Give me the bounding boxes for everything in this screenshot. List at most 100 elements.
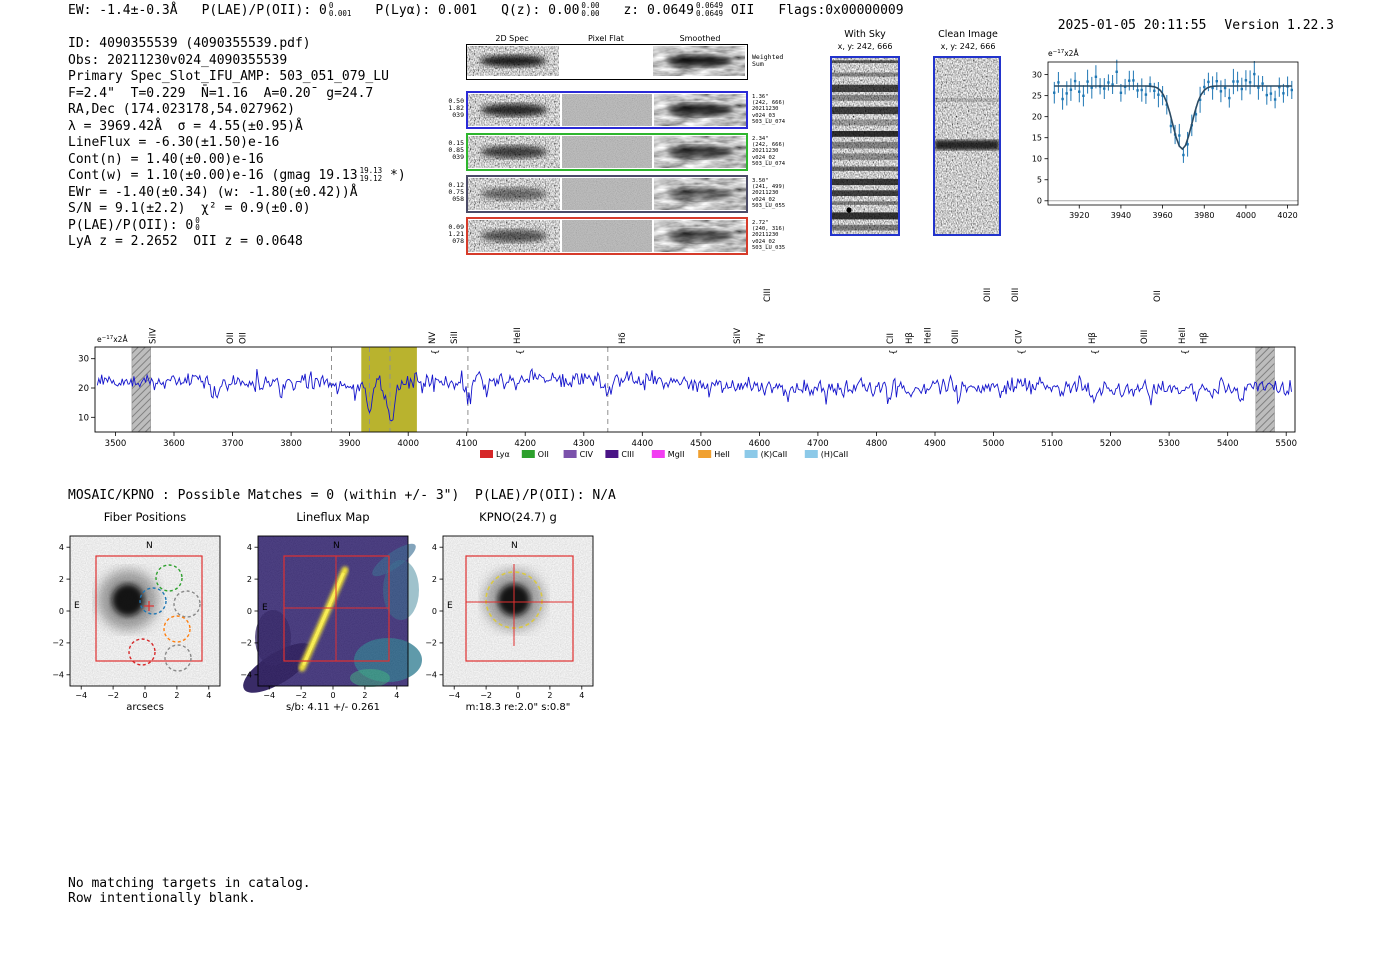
svg-text:−2: −2 bbox=[107, 691, 119, 700]
svg-text:30: 30 bbox=[1032, 70, 1042, 79]
info-line: P(LAE)/P(OII): 000 bbox=[68, 215, 200, 233]
full-spectrum-plot: 3500 3600 3700 3800 3900 4000 4100 4200 4300 4400… bbox=[78, 288, 1297, 459]
spectral-line-label: Hβ bbox=[905, 332, 915, 344]
legend-swatch bbox=[521, 450, 535, 458]
report-datetime: 2025-01-05 20:11:55 bbox=[1057, 18, 1207, 33]
spec2d-cell-smoothed bbox=[654, 136, 746, 168]
legend-entry: MgII bbox=[668, 450, 685, 459]
cleanimage-panel bbox=[933, 56, 1001, 236]
legend-entry: (H)CaII bbox=[821, 450, 848, 459]
svg-text:10: 10 bbox=[78, 413, 89, 423]
svg-text:4000: 4000 bbox=[1236, 211, 1256, 220]
footer-note-2: Row intentionally blank. bbox=[68, 891, 256, 906]
spectral-line-label: HeII bbox=[513, 327, 523, 344]
spectral-line-label: OII bbox=[238, 332, 248, 344]
spectral-line-label: CIV bbox=[1015, 330, 1025, 344]
cleanimage-subtitle: x, y: 242, 666 bbox=[940, 42, 996, 51]
svg-text:5000: 5000 bbox=[983, 439, 1005, 449]
spectral-line-label: HeII bbox=[923, 327, 933, 344]
svg-text:0: 0 bbox=[432, 607, 437, 616]
spec2d-row bbox=[466, 175, 748, 213]
fiber-id-labels: 2.72" (240, 316) 20211230 v024_02 503_LU_035 bbox=[752, 220, 786, 251]
spectral-line-label: OIII bbox=[1140, 330, 1150, 344]
spectral-line-label: OII bbox=[1153, 290, 1163, 302]
spec2d-cell-smoothed bbox=[654, 94, 746, 126]
withsky-panel bbox=[830, 56, 900, 236]
svg-text:−4: −4 bbox=[263, 691, 275, 700]
svg-text:4: 4 bbox=[432, 543, 437, 552]
svg-text:3920: 3920 bbox=[1069, 211, 1089, 220]
svg-text:−4: −4 bbox=[75, 691, 87, 700]
report-version: Version 1.22.3 bbox=[1224, 18, 1334, 33]
svg-text:−2: −2 bbox=[240, 639, 252, 648]
info-line: λ = 3969.42Å σ = 4.55(±0.95)Å bbox=[68, 118, 303, 134]
spectral-line-label: SiIV bbox=[733, 328, 743, 344]
spec2d-row bbox=[466, 91, 748, 129]
spectral-line-label: NV bbox=[428, 332, 438, 344]
info-line: F=2.4" T=0.229 N̄=1.16 A=0.20̄ g=24.7 bbox=[68, 85, 374, 101]
info-line: S/N = 9.1(±2.2) χ² = 0.9(±0.0) bbox=[68, 201, 311, 216]
flux-units-label: e−17x2Å bbox=[1048, 49, 1079, 58]
north-label: N bbox=[511, 541, 518, 551]
stacked-value: 0.00 0.00 bbox=[581, 1, 600, 18]
svg-text:−4: −4 bbox=[52, 671, 64, 680]
line-fit-plot: 3920 3940 3960 3980 4000 4020 0 5 10 15 20 25 30 e−17… bbox=[1032, 49, 1299, 220]
svg-text:2: 2 bbox=[174, 691, 179, 700]
spectral-line-label: Hδ bbox=[618, 332, 628, 344]
svg-text:2: 2 bbox=[59, 575, 64, 584]
spec2d-row bbox=[466, 217, 748, 255]
spec2d-cell-smoothed bbox=[654, 178, 746, 210]
cleanimage-title: Clean Image bbox=[938, 29, 998, 40]
svg-text:−2: −2 bbox=[52, 639, 64, 648]
lineflux-map-cutout: N E −4 −4 −2 −2 0 0 2 2 4 4 bbox=[240, 535, 422, 700]
header-stat: P(Lyα): 0.001 bbox=[375, 3, 478, 18]
svg-text:4100: 4100 bbox=[456, 439, 478, 449]
line-group-brace: { bbox=[516, 349, 526, 355]
svg-text:4800: 4800 bbox=[866, 439, 888, 449]
east-label: E bbox=[74, 601, 80, 611]
mosaic-header: MOSAIC/KPNO : Possible Matches = 0 (with… bbox=[68, 488, 616, 503]
svg-text:−2: −2 bbox=[425, 639, 437, 648]
stacked-value: 19.13 19.12 bbox=[359, 166, 383, 183]
svg-text:3800: 3800 bbox=[280, 439, 302, 449]
svg-text:5: 5 bbox=[1037, 176, 1042, 185]
svg-text:3960: 3960 bbox=[1152, 211, 1172, 220]
fiber-weight-labels: 0.12 0.75 058 bbox=[448, 181, 464, 203]
legend-swatch bbox=[563, 450, 577, 458]
svg-text:4: 4 bbox=[247, 543, 252, 552]
header-stat: Q(z): 0.00 0.00 0.00 bbox=[501, 1, 600, 18]
spectrum-trace bbox=[96, 367, 1292, 422]
svg-text:4200: 4200 bbox=[514, 439, 536, 449]
line-group-brace: { bbox=[1181, 349, 1191, 355]
col-title-smoothed: Smoothed bbox=[679, 34, 721, 43]
spec2d-cell-2d bbox=[467, 46, 559, 76]
svg-text:20: 20 bbox=[78, 384, 89, 394]
spectral-line-label: Hβ bbox=[1088, 332, 1098, 344]
info-line: ID: 4090355539 (4090355539.pdf) bbox=[68, 36, 311, 51]
spec2d-cell-flat bbox=[561, 46, 651, 76]
withsky-title: With Sky bbox=[844, 29, 886, 40]
elixer-report: EW: -1.4±-0.3Å P(LAE)/P(OII): 0 0 0.001 P(Ly… bbox=[0, 0, 1400, 953]
svg-text:25: 25 bbox=[1032, 91, 1042, 100]
fiber-weight-labels: 0.50 1.82 039 bbox=[448, 97, 464, 119]
spec2d-row bbox=[466, 44, 748, 80]
spec2d-cell-2d bbox=[468, 220, 560, 252]
svg-text:4: 4 bbox=[579, 691, 584, 700]
spec2d-cell-flat bbox=[562, 136, 652, 168]
svg-text:4600: 4600 bbox=[749, 439, 771, 449]
fiber-id-labels: 2.34" (242, 666) 20211230 v024_02 503_LU_074 bbox=[752, 136, 786, 167]
info-line: RA,Dec (174.023178,54.027962) bbox=[68, 102, 295, 117]
line-group-brace: { bbox=[889, 349, 899, 355]
svg-text:5200: 5200 bbox=[1100, 439, 1122, 449]
legend-entry: (K)CaII bbox=[761, 450, 788, 459]
header-stat: P(LAE)/P(OII): 0 0 0.001 bbox=[201, 1, 352, 18]
header-stat: z: 0.0649 0.0649 0.0649 OII bbox=[623, 1, 755, 18]
flux-units-label: e−17x2Å bbox=[97, 335, 128, 344]
line-group-brace: { bbox=[1018, 349, 1028, 355]
svg-text:0: 0 bbox=[59, 607, 64, 616]
svg-text:2: 2 bbox=[247, 575, 252, 584]
fiber-id-labels: 3.50" (241, 499) 20211230 v024_02 503_LU_055 bbox=[752, 178, 786, 209]
svg-text:3500: 3500 bbox=[105, 439, 127, 449]
east-label: E bbox=[262, 603, 268, 613]
svg-text:4020: 4020 bbox=[1277, 211, 1297, 220]
